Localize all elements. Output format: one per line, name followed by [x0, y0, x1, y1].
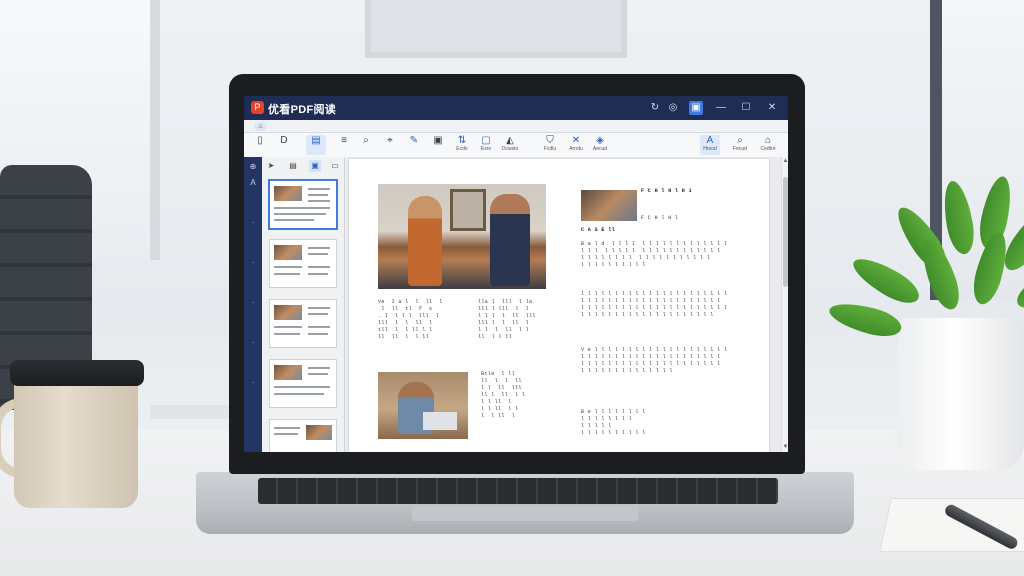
- thumbnail-panel: ➤ ▤ ▣ ▭: [262, 157, 361, 452]
- text-icon[interactable]: A: [247, 177, 259, 189]
- bookmark-icon[interactable]: ⊕: [247, 161, 259, 173]
- ribbon-tool-9[interactable]: ▢ Exro: [476, 135, 496, 155]
- ribbon-tool-0[interactable]: ▯: [250, 135, 270, 155]
- coffee-mug: [14, 380, 138, 508]
- select-icon[interactable]: ➤: [265, 160, 277, 172]
- ribbon-toolbar: ▯ D ▤ ≡ ⌕ ⌖ ✎ ▣ ⇅ Ecdo ▢ Exro ◭ Ocwsto ⛉ Fcd…: [244, 133, 788, 158]
- sidebar-icon-6[interactable]: ·: [247, 377, 259, 389]
- ribbon-tool-15[interactable]: ⌕ Fecud: [730, 135, 750, 155]
- sidebar-icon-2[interactable]: ·: [247, 217, 259, 229]
- page-view-icon[interactable]: ▭: [329, 160, 341, 172]
- right-column-subheading: F C H l H l: [641, 215, 679, 221]
- document-scrollbar[interactable]: ▲ ▼: [781, 157, 788, 452]
- left-icon-sidebar: ⊕ A · · · · ·: [244, 157, 262, 452]
- maximize-button[interactable]: ☐: [739, 101, 753, 115]
- laptop-touchpad: [412, 505, 638, 521]
- shelf: [150, 405, 230, 419]
- refresh-icon[interactable]: ↻: [648, 101, 662, 115]
- left-column-text-b: lla l lll l la lll l lll l l l l l l ll …: [478, 299, 536, 340]
- title-bar: P 优看PDF阅读 ↻ ◎ ▣ — ☐ ✕: [244, 96, 788, 120]
- paragraph-3: V e l l l l l l l l l l l l l l l l l l …: [581, 347, 728, 374]
- ribbon-tool-5[interactable]: ⌖: [380, 135, 400, 155]
- left-column-text-c: Bcle l ll ll l l ll l l ll lll ll l ll l…: [481, 371, 526, 419]
- thumbnail-view-icon[interactable]: ▣: [309, 160, 321, 172]
- ribbon-tool-1[interactable]: D: [274, 135, 294, 155]
- meeting-photo: [378, 184, 546, 289]
- wall-picture-frame: [365, 0, 627, 58]
- ribbon-tool-8[interactable]: ⇅ Ecdo: [452, 135, 472, 155]
- ribbon-tool-13[interactable]: ◈ Aecud: [590, 135, 610, 155]
- ribbon-tool-12[interactable]: ✕ Arrotu: [566, 135, 586, 155]
- laptop-keyboard: [258, 478, 778, 504]
- skin-icon[interactable]: ▣: [689, 101, 703, 115]
- search-icon[interactable]: ⌕: [356, 135, 376, 155]
- page-thumbnail-1[interactable]: [268, 179, 338, 230]
- paragraph-4: B e l l l l l l l l l l l l l l l l l l …: [581, 409, 646, 436]
- list-view-icon[interactable]: ▤: [287, 160, 299, 172]
- page-thumbnail-5[interactable]: [269, 419, 337, 452]
- close-button[interactable]: ✕: [765, 101, 779, 115]
- ribbon-tool-10[interactable]: ◭ Ocwsto: [500, 135, 520, 155]
- home-tab-icon[interactable]: ⌂: [254, 122, 267, 131]
- paragraph-2: l l l l l l l l l l l l l l l l l l l l …: [581, 291, 728, 318]
- sidebar-icon-5[interactable]: ·: [247, 337, 259, 349]
- ribbon-tool-2[interactable]: ▤: [306, 135, 326, 155]
- laptop-woman-photo: [378, 372, 468, 439]
- ribbon-tool-14[interactable]: A Hrood: [700, 135, 720, 155]
- page-thumbnail-3[interactable]: [269, 299, 337, 348]
- sidebar-icon-3[interactable]: ·: [247, 257, 259, 269]
- user-icon[interactable]: ◎: [666, 101, 680, 115]
- pdf-page: Ve I a l l ll l l ll tl f s . I l l l ll…: [349, 159, 769, 452]
- section-title: C A S E ll: [581, 227, 616, 233]
- tab-bar: [244, 120, 788, 133]
- page-thumbnail-2[interactable]: [269, 239, 337, 288]
- ribbon-tool-3[interactable]: ≡: [334, 135, 354, 155]
- pdf-reader-window: P 优看PDF阅读 ↻ ◎ ▣ — ☐ ✕ ⌂ ▯ D ▤ ≡ ⌕ ⌖ ✎ ▣ …: [244, 96, 788, 452]
- scroll-down-icon[interactable]: ▼: [782, 443, 788, 451]
- app-title: 优看PDF阅读: [268, 104, 337, 116]
- sidebar-icon-4[interactable]: ·: [247, 297, 259, 309]
- right-column-heading: F C H l H l H i: [641, 188, 693, 194]
- page-thumbnail-4[interactable]: [269, 359, 337, 408]
- minimize-button[interactable]: —: [714, 101, 728, 115]
- left-column-text-a: Ve I a l l ll l l ll tl f s . I l l l ll…: [378, 299, 443, 340]
- ribbon-tool-11[interactable]: ⛉ Fcdlu: [540, 135, 560, 155]
- mug-lid: [10, 360, 144, 386]
- scroll-up-icon[interactable]: ▲: [782, 157, 788, 165]
- ribbon-tool-16[interactable]: ⌂ Cedtre: [758, 135, 778, 155]
- paragraph-1: B a l d l l l I l l l l l l l l l l l l …: [581, 241, 728, 268]
- small-photo: [581, 190, 637, 221]
- document-view: Ve I a l l ll l l ll tl f s . I l l l ll…: [345, 157, 781, 452]
- plant-pot: [898, 318, 1024, 470]
- scrollbar-thumb[interactable]: [783, 177, 788, 287]
- ribbon-tool-7[interactable]: ▣: [428, 135, 448, 155]
- annotate-icon[interactable]: ✎: [404, 135, 424, 155]
- app-logo-icon: P: [251, 101, 264, 114]
